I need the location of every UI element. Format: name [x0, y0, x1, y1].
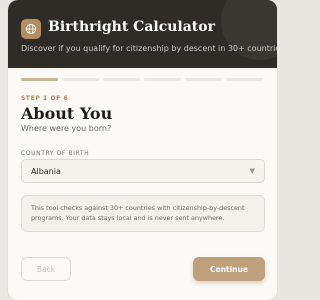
progress-step-4	[144, 78, 181, 81]
back-button[interactable]: Back	[21, 257, 71, 281]
step-indicator: STEP 1 OF 6	[21, 95, 69, 102]
country-field-label: COUNTRY OF BIRTH	[21, 150, 90, 157]
chevron-down-icon: ▼	[249, 167, 255, 175]
globe-icon	[21, 19, 41, 39]
progress-bar	[21, 78, 263, 81]
progress-step-5	[185, 78, 222, 81]
header: Birthright Calculator Discover if you qu…	[8, 0, 277, 68]
step-heading: About You	[21, 104, 113, 123]
continue-button[interactable]: Continue	[193, 257, 265, 281]
app-subtitle: Discover if you qualify for citizenship …	[21, 44, 277, 53]
progress-step-2	[62, 78, 99, 81]
step-question: Where were you born?	[21, 124, 112, 133]
country-select[interactable]: Albania ▼	[21, 159, 265, 183]
progress-step-6	[226, 78, 263, 81]
app-title: Birthright Calculator	[48, 19, 215, 35]
progress-step-3	[103, 78, 140, 81]
info-box: This tool checks against 30+ countries w…	[21, 195, 265, 232]
progress-step-1	[21, 78, 58, 81]
country-select-value: Albania	[31, 167, 61, 176]
calculator-card: Birthright Calculator Discover if you qu…	[8, 0, 277, 300]
